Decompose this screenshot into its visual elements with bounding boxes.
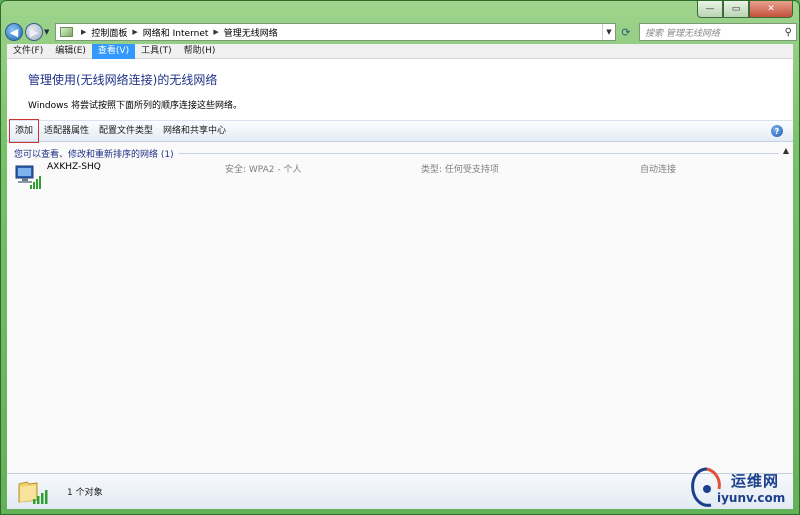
network-connect-mode: 自动连接 — [640, 165, 677, 175]
menu-tools[interactable]: 工具(T) — [135, 44, 178, 59]
minimize-icon: — — [705, 4, 715, 14]
search-placeholder: 搜索 管理无线网络 — [645, 28, 720, 39]
watermark-en-text: iyunv.com — [717, 490, 786, 505]
caption-buttons: — ▭ ✕ — [697, 1, 793, 18]
page-description: Windows 将尝试按照下面所列的顺序连接这些网络。 — [28, 101, 243, 111]
forward-button[interactable]: ▶ — [25, 23, 43, 41]
minimize-button[interactable]: — — [697, 1, 723, 18]
address-dropdown-button[interactable]: ▼ — [602, 24, 615, 40]
navigation-bar: ◀ ▶ ▼ ▶ 控制面板 ▶ 网络和 Internet ▶ 管理无线网络 ▼ ⟳… — [5, 21, 797, 43]
maximize-icon: ▭ — [731, 4, 741, 14]
chevron-right-icon[interactable]: ▶ — [132, 28, 137, 36]
chevron-down-icon: ▼ — [606, 28, 612, 36]
chevron-right-icon[interactable]: ▶ — [213, 28, 218, 36]
breadcrumb-control-panel[interactable]: 控制面板 — [91, 26, 127, 39]
network-name: AXKHZ-SHQ — [47, 162, 101, 172]
chevron-right-icon[interactable]: ▶ — [81, 28, 86, 36]
menu-view[interactable]: 查看(V) — [91, 43, 136, 59]
object-count: 1 个对象 — [67, 488, 103, 498]
breadcrumb-manage-wireless[interactable]: 管理无线网络 — [224, 26, 278, 39]
control-panel-icon — [60, 27, 73, 37]
page-title: 管理使用(无线网络连接)的无线网络 — [28, 73, 218, 87]
network-type: 类型: 任何受支持项 — [421, 165, 499, 175]
refresh-icon: ⟳ — [621, 25, 631, 39]
menu-edit[interactable]: 编辑(E) — [49, 44, 92, 59]
page-header: 管理使用(无线网络连接)的无线网络 Windows 将尝试按照下面所列的顺序连接… — [7, 59, 793, 120]
explorer-window: — ▭ ✕ ◀ ▶ ▼ ▶ 控制面板 ▶ 网络和 Internet ▶ 管理无线… — [0, 0, 800, 515]
menu-bar: 文件(F) 编辑(E) 查看(V) 工具(T) 帮助(H) — [7, 43, 793, 59]
search-input[interactable]: 搜索 管理无线网络 ⚲ — [639, 23, 797, 41]
adapter-properties-button[interactable]: 适配器属性 — [39, 122, 94, 140]
content-pane: 管理使用(无线网络连接)的无线网络 Windows 将尝试按照下面所列的顺序连接… — [7, 59, 793, 473]
network-security: 安全: WPA2 - 个人 — [225, 165, 302, 175]
help-icon[interactable]: ? — [771, 125, 783, 137]
breadcrumb-network-internet[interactable]: 网络和 Internet — [143, 26, 209, 39]
back-button[interactable]: ◀ — [5, 23, 23, 41]
network-group-header[interactable]: 您可以查看、修改和重新排序的网络 (1) ▲ — [14, 146, 793, 160]
site-watermark: 运维网 iyunv.com — [685, 463, 791, 511]
refresh-button[interactable]: ⟳ — [617, 24, 635, 40]
command-toolbar: 添加 适配器属性 配置文件类型 网络和共享中心 ? — [7, 119, 793, 143]
close-icon: ✕ — [767, 4, 775, 14]
maximize-button[interactable]: ▭ — [723, 1, 749, 18]
profile-types-button[interactable]: 配置文件类型 — [94, 122, 158, 140]
menu-help[interactable]: 帮助(H) — [178, 44, 222, 59]
network-row[interactable]: AXKHZ-SHQ 安全: WPA2 - 个人 类型: 任何受支持项 自动连接 — [7, 162, 793, 192]
collapse-chevron-icon[interactable]: ▲ — [783, 146, 789, 155]
add-button[interactable]: 添加 — [9, 119, 40, 143]
watermark-cn-text: 运维网 — [731, 471, 780, 490]
search-icon[interactable]: ⚲ — [785, 27, 792, 38]
group-divider — [177, 152, 779, 154]
recent-pages-dropdown[interactable]: ▼ — [44, 28, 54, 36]
close-button[interactable]: ✕ — [749, 1, 793, 18]
back-arrow-icon: ◀ — [9, 25, 19, 39]
network-sharing-center-button[interactable]: 网络和共享中心 — [158, 122, 231, 140]
network-group-label: 您可以查看、修改和重新排序的网络 (1) — [14, 149, 174, 160]
menu-file[interactable]: 文件(F) — [7, 44, 49, 59]
address-bar[interactable]: ▶ 控制面板 ▶ 网络和 Internet ▶ 管理无线网络 ▼ — [55, 23, 616, 41]
details-pane: 1 个对象 — [7, 473, 793, 509]
wireless-folder-icon — [18, 480, 48, 504]
forward-arrow-icon: ▶ — [29, 25, 39, 39]
wireless-network-icon — [15, 165, 41, 189]
